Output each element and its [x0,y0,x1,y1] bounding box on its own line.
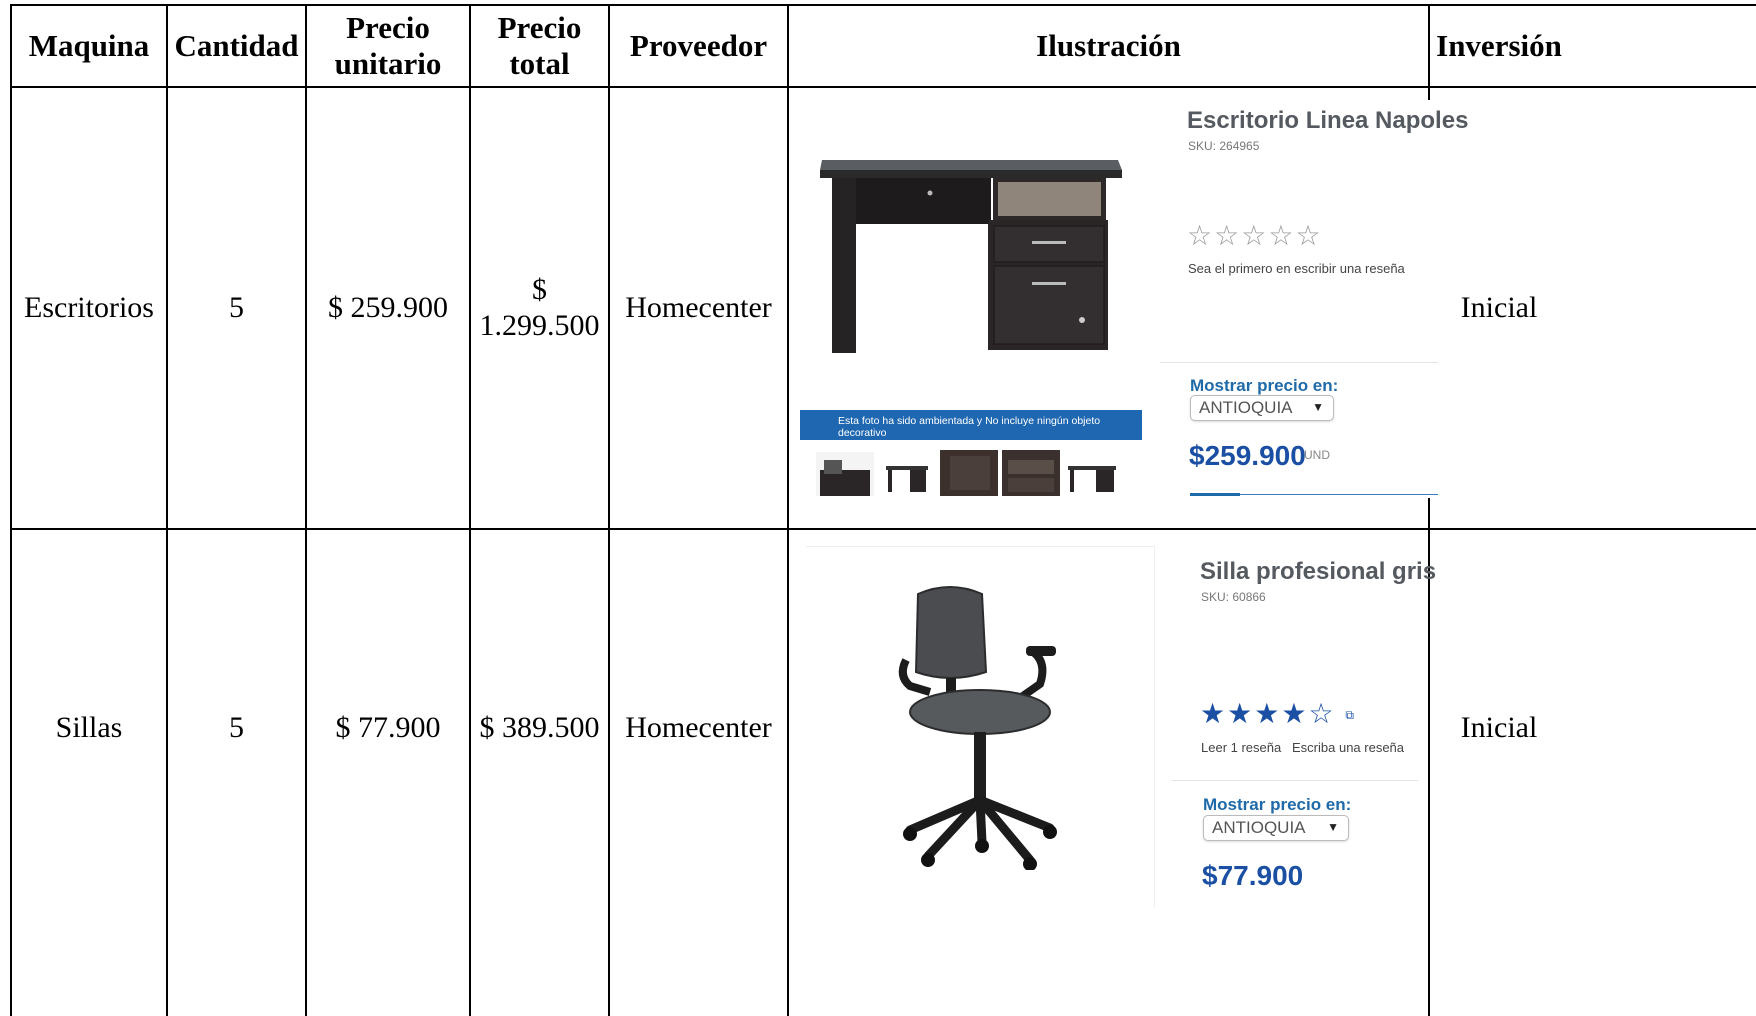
chair-product-title: Silla profesional gris [1200,558,1437,585]
desk-panel-bottom-rule [1190,494,1438,495]
cell-maquina: Escritorios [24,291,154,324]
banner-line-1: Esta foto ha sido ambientada y No incluy… [838,415,1101,439]
desk-thumbnail-4[interactable] [1002,450,1060,496]
cell-maquina: Sillas [55,711,123,744]
header-ilustracion-label: Ilustración [1036,28,1181,63]
desk-region-select[interactable]: ANTIOQUIA ▼ [1190,395,1334,421]
star-filled-icon: ★ [1281,698,1309,729]
cell-proveedor: Homecenter [625,291,772,324]
star-empty-icon: ☆ [1268,220,1296,251]
header-precio-total-line2: total [509,46,570,81]
header-precio-total: Precio total [471,6,608,86]
star-empty-icon: ☆ [1214,220,1242,251]
table-row-sillas-proveedor: Homecenter [610,530,787,926]
chair-show-price-label: Mostrar precio en: [1203,795,1352,814]
desk-image [800,100,1142,410]
star-empty-icon: ☆ [1308,698,1336,729]
star-filled-icon: ★ [1254,698,1282,729]
chair-price: $77.900 [1202,860,1304,891]
col-border [787,4,789,1016]
cell-cantidad: 5 [229,711,244,744]
header-cantidad-label: Cantidad [174,28,299,63]
desk-thumbnail-1[interactable] [816,452,874,496]
dropdown-arrow-icon: ▼ [1327,820,1339,834]
cell-precio-unitario: $ 77.900 [335,711,441,744]
cell-precio-total-line1: $ [532,273,547,306]
desk-region-value: ANTIOQUIA [1199,398,1293,417]
header-inversion: Inversión [1430,6,1568,86]
rating-info-icon[interactable]: ⧉ [1345,708,1356,722]
chair-image [898,586,1057,870]
table-row-sillas-maquina: Sillas [12,530,166,926]
table-row-sillas-inversion: Inicial [1430,530,1568,926]
table-row-escritorios-maquina: Escritorios [12,88,166,528]
header-cantidad: Cantidad [168,6,305,86]
desk-photo-disclaimer-banner: Esta foto ha sido ambientada y No incluy… [800,410,1142,451]
header-precio-unitario-line1: Precio [346,10,430,45]
header-proveedor-label: Proveedor [629,28,768,63]
chair-panel-divider [1172,780,1418,781]
star-filled-icon: ★ [1200,698,1228,729]
table-row-escritorios-precio-total: $ 1.299.500 [471,88,608,528]
chair-region-select[interactable]: ANTIOQUIA ▼ [1203,815,1349,841]
chair-write-review-link[interactable]: Escriba una reseña [1292,740,1404,755]
desk-thumbnail-5[interactable] [1064,452,1120,496]
desk-thumbnail-2[interactable] [880,452,934,496]
table-row-escritorios-proveedor: Homecenter [610,88,787,528]
star-empty-icon: ☆ [1187,220,1215,251]
cell-inversion: Inicial [1460,711,1538,744]
cell-precio-total: $ 389.500 [479,711,600,744]
header-precio-unitario-line2: unitario [334,46,442,81]
table-row-sillas-precio-unitario: $ 77.900 [307,530,469,926]
header-inversion-label: Inversión [1436,28,1562,63]
table-row-escritorios-inversion: Inicial [1430,88,1568,528]
chair-region-value: ANTIOQUIA [1212,818,1306,837]
chair-image-frame [806,546,1155,907]
cell-precio-unitario: $ 259.900 [328,291,448,324]
star-filled-icon: ★ [1227,698,1255,729]
header-maquina: Maquina [12,6,166,86]
cell-proveedor: Homecenter [625,711,772,744]
dropdown-arrow-icon: ▼ [1312,400,1324,414]
header-maquina-label: Maquina [28,28,150,63]
cell-cantidad: 5 [229,291,244,324]
desk-panel-bottom-rule-accent [1190,493,1240,496]
banner-line-2: o que No esté dentro de la descripción d… [838,439,1082,451]
desk-price-unit: UND [1304,448,1330,462]
header-precio-unitario: Precio unitario [307,6,469,86]
star-empty-icon: ☆ [1295,220,1323,251]
desk-product-title: Escritorio Linea Napoles [1187,107,1469,134]
header-proveedor: Proveedor [610,6,787,86]
table-row-escritorios-precio-unitario: $ 259.900 [307,88,469,528]
desk-thumbnail-3[interactable] [940,450,998,496]
desk-rating-stars: ☆☆☆☆☆ [1187,219,1323,252]
table-row-sillas-cantidad: 5 [168,530,305,926]
desk-show-price-label: Mostrar precio en: [1190,376,1339,395]
chair-read-reviews-link[interactable]: Leer 1 reseña [1201,740,1281,755]
desk-panel-divider [1160,362,1438,363]
cell-inversion: Inicial [1460,291,1538,324]
cell-precio-total-line2: 1.299.500 [479,309,600,342]
table-row-sillas-precio-total: $ 389.500 [471,530,608,926]
table-row-escritorios-cantidad: 5 [168,88,305,528]
chair-product-sku: SKU: 60866 [1201,590,1266,604]
desk-product-sku: SKU: 264965 [1188,139,1260,153]
chair-rating-stars: ★★★★☆ ⧉ [1200,697,1356,730]
header-ilustracion: Ilustración [789,6,1428,86]
desk-price: $259.900 [1189,440,1306,471]
header-precio-total-line1: Precio [497,10,582,45]
star-empty-icon: ☆ [1241,220,1269,251]
desk-review-link[interactable]: Sea el primero en escribir una reseña [1188,261,1405,276]
